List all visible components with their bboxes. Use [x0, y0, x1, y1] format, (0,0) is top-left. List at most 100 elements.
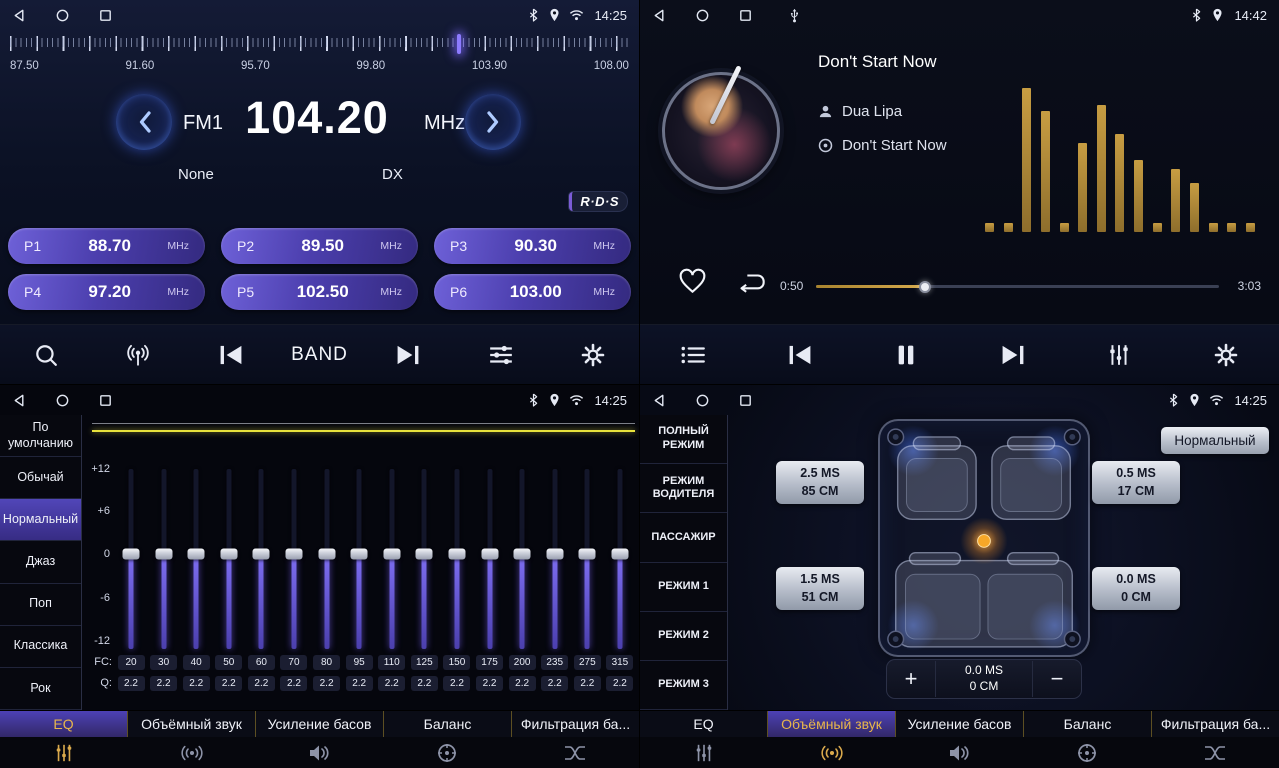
eq-slider-knob[interactable]: [253, 548, 270, 559]
nav-home-icon[interactable]: [695, 393, 710, 408]
preset-p1[interactable]: P1 88.70 MHz: [8, 228, 205, 264]
tab-balance-icon-button[interactable]: [1023, 737, 1151, 768]
eq-preset-classic[interactable]: Классика: [0, 626, 81, 668]
eq-preset-jazz[interactable]: Джаз: [0, 541, 81, 583]
tab-filter[interactable]: Фильтрация ба...: [512, 711, 639, 737]
delay-front-left[interactable]: 2.5 MS 85 CM: [776, 461, 864, 504]
previous-track-button[interactable]: [768, 333, 832, 377]
tune-down-button[interactable]: [116, 94, 172, 150]
seek-previous-button[interactable]: [199, 333, 263, 377]
settings-button[interactable]: [1194, 333, 1258, 377]
preset-p6[interactable]: P6 103.00 MHz: [434, 274, 631, 310]
eq-band-slider[interactable]: [344, 469, 374, 649]
tab-eq-icon-button[interactable]: [640, 737, 768, 768]
eq-slider-knob[interactable]: [383, 548, 400, 559]
delay-rear-left[interactable]: 1.5 MS 51 CM: [776, 567, 864, 610]
eq-band-slider[interactable]: [605, 469, 635, 649]
tab-bass-icon-button[interactable]: [896, 737, 1024, 768]
settings-button[interactable]: [561, 333, 625, 377]
delay-decrease-button[interactable]: −: [1033, 666, 1081, 692]
eq-band-slider[interactable]: [312, 469, 342, 649]
eq-band-slider[interactable]: [475, 469, 505, 649]
eq-band-slider[interactable]: [116, 469, 146, 649]
nav-recents-icon[interactable]: [98, 393, 113, 408]
eq-preset-pop[interactable]: Поп: [0, 584, 81, 626]
preset-p3[interactable]: P3 90.30 MHz: [434, 228, 631, 264]
preset-p5[interactable]: P5 102.50 MHz: [221, 274, 418, 310]
tune-up-button[interactable]: [465, 94, 521, 150]
eq-preset-rock[interactable]: Рок: [0, 668, 81, 710]
seek-next-button[interactable]: [376, 333, 440, 377]
tab-balance-icon-button[interactable]: [383, 737, 511, 768]
tab-surround-icon-button[interactable]: [768, 737, 896, 768]
mixer-button[interactable]: [1087, 333, 1151, 377]
tab-bass-icon-button[interactable]: [256, 737, 384, 768]
nav-recents-icon[interactable]: [98, 8, 113, 23]
tab-surround[interactable]: Объёмный звук: [128, 711, 256, 737]
favorite-button[interactable]: [678, 268, 707, 294]
mode-driver[interactable]: РЕЖИМ ВОДИТЕЛЯ: [640, 464, 727, 513]
tab-filter-icon-button[interactable]: [511, 737, 639, 768]
tab-bass-boost[interactable]: Усиление басов: [256, 711, 384, 737]
mode-3[interactable]: РЕЖИМ 3: [640, 661, 727, 710]
mode-passenger[interactable]: ПАССАЖИР: [640, 513, 727, 562]
eq-slider-knob[interactable]: [416, 548, 433, 559]
progress-bar[interactable]: [816, 285, 1219, 288]
nav-back-icon[interactable]: [652, 393, 667, 408]
eq-band-slider[interactable]: [149, 469, 179, 649]
eq-slider-knob[interactable]: [546, 548, 563, 559]
tab-eq-icon-button[interactable]: [0, 737, 128, 768]
eq-preset-normal[interactable]: Нормальный: [0, 499, 81, 541]
nav-back-icon[interactable]: [12, 393, 27, 408]
nav-home-icon[interactable]: [55, 8, 70, 23]
tab-eq[interactable]: EQ: [0, 711, 128, 737]
eq-slider-knob[interactable]: [220, 548, 237, 559]
eq-band-slider[interactable]: [572, 469, 602, 649]
eq-band-slider[interactable]: [377, 469, 407, 649]
eq-slider-knob[interactable]: [351, 548, 368, 559]
tab-balance[interactable]: Баланс: [1024, 711, 1152, 737]
tab-filter[interactable]: Фильтрация ба...: [1152, 711, 1279, 737]
frequency-ruler[interactable]: [10, 36, 629, 54]
eq-slider-knob[interactable]: [285, 548, 302, 559]
preset-p2[interactable]: P2 89.50 MHz: [221, 228, 418, 264]
eq-band-slider[interactable]: [409, 469, 439, 649]
mode-full[interactable]: ПОЛНЫЙ РЕЖИМ: [640, 415, 727, 464]
eq-slider-knob[interactable]: [188, 548, 205, 559]
eq-preset-custom[interactable]: Обычай: [0, 457, 81, 499]
eq-preset-default[interactable]: По умолчанию: [0, 415, 81, 457]
eq-slider-knob[interactable]: [448, 548, 465, 559]
eq-band-slider[interactable]: [507, 469, 537, 649]
eq-band-slider[interactable]: [279, 469, 309, 649]
eq-slider-knob[interactable]: [481, 548, 498, 559]
nav-back-icon[interactable]: [12, 8, 27, 23]
band-button[interactable]: BAND: [291, 333, 348, 377]
playlist-button[interactable]: [661, 333, 725, 377]
nav-home-icon[interactable]: [695, 8, 710, 23]
pause-button[interactable]: [874, 333, 938, 377]
delay-increase-button[interactable]: +: [887, 666, 935, 692]
broadcast-button[interactable]: [106, 333, 170, 377]
repeat-button[interactable]: [736, 272, 768, 293]
tab-eq[interactable]: EQ: [640, 711, 768, 737]
eq-band-slider[interactable]: [181, 469, 211, 649]
tab-filter-icon-button[interactable]: [1151, 737, 1279, 768]
eq-shortcut-button[interactable]: [469, 333, 533, 377]
nav-back-icon[interactable]: [652, 8, 667, 23]
eq-band-slider[interactable]: [540, 469, 570, 649]
tab-balance[interactable]: Баланс: [384, 711, 512, 737]
nav-home-icon[interactable]: [55, 393, 70, 408]
preset-p4[interactable]: P4 97.20 MHz: [8, 274, 205, 310]
eq-band-slider[interactable]: [442, 469, 472, 649]
nav-recents-icon[interactable]: [738, 8, 753, 23]
eq-slider-knob[interactable]: [611, 548, 628, 559]
tab-bass-boost[interactable]: Усиление басов: [896, 711, 1024, 737]
eq-slider-knob[interactable]: [123, 548, 140, 559]
eq-slider-knob[interactable]: [155, 548, 172, 559]
next-track-button[interactable]: [981, 333, 1045, 377]
surround-preset-button[interactable]: Нормальный: [1161, 427, 1269, 454]
mode-2[interactable]: РЕЖИМ 2: [640, 612, 727, 661]
scan-button[interactable]: [14, 333, 78, 377]
eq-slider-knob[interactable]: [514, 548, 531, 559]
progress-knob[interactable]: [919, 281, 931, 293]
